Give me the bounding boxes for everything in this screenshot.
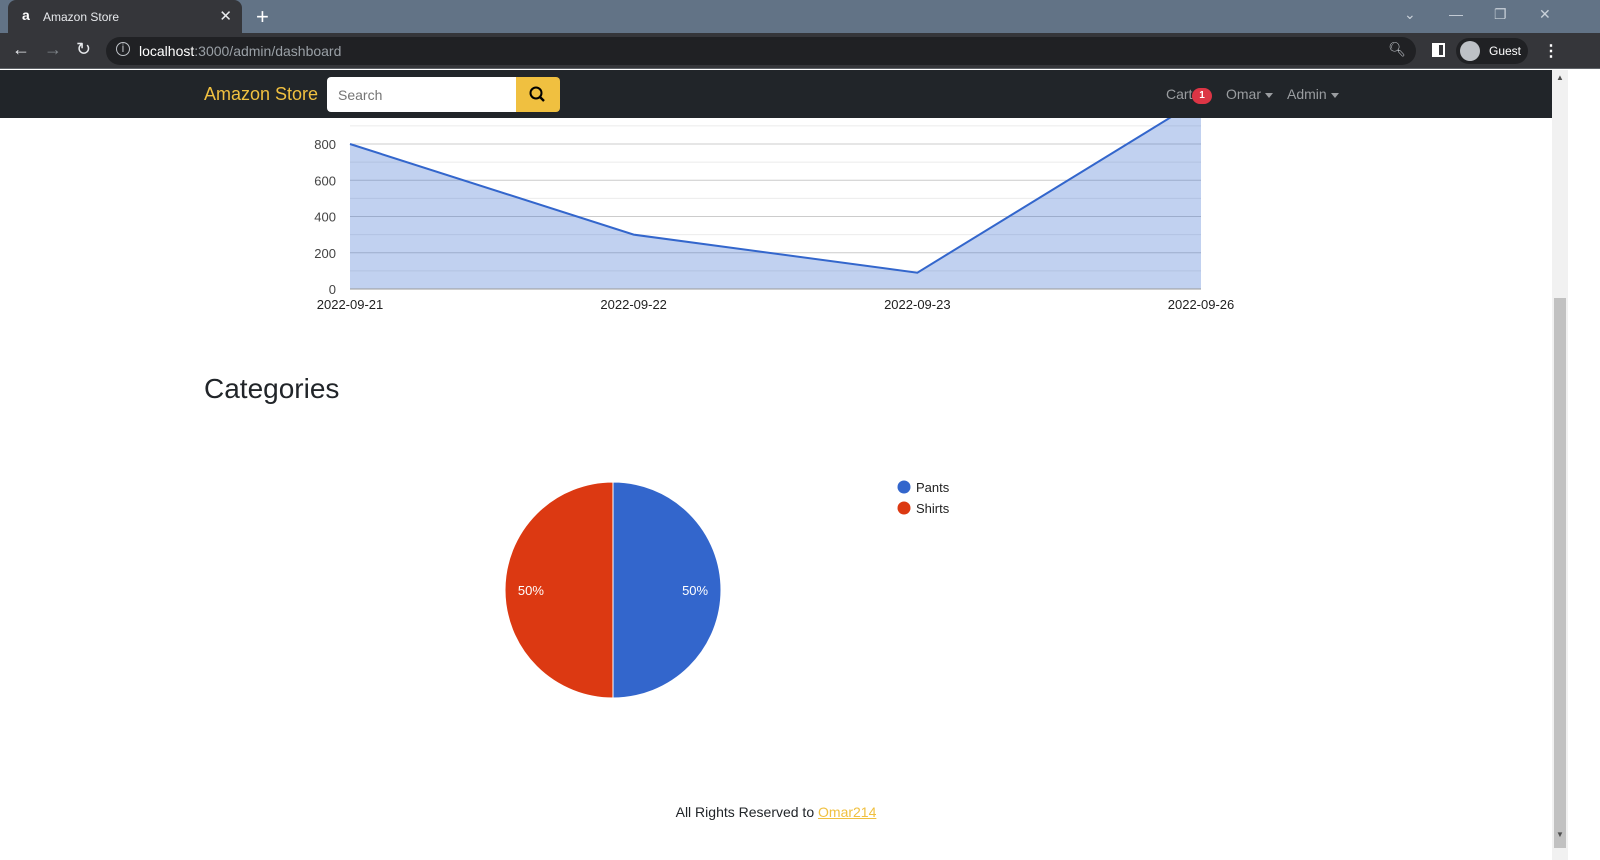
cart-count-badge: 1 — [1192, 88, 1212, 104]
side-panel-icon[interactable] — [1432, 43, 1445, 57]
y-tick-label: 600 — [314, 173, 336, 188]
legend-label: Pants — [916, 480, 950, 495]
scroll-up-icon[interactable]: ▲ — [1556, 73, 1564, 82]
site-navbar: Amazon Store Cart 1 Omar Admin — [0, 70, 1552, 118]
amazon-favicon-icon: a — [22, 7, 30, 23]
kebab-menu-icon[interactable]: ⋮ — [1543, 41, 1559, 61]
address-bar[interactable]: i localhost:3000/admin/dashboard 🔍︎ — [106, 37, 1416, 65]
info-icon[interactable]: i — [116, 42, 130, 56]
browser-toolbar: ← → ↻ i localhost:3000/admin/dashboard 🔍… — [0, 33, 1600, 69]
tab-search-icon[interactable]: ⌄ — [1404, 6, 1416, 23]
browser-tab-bar: a Amazon Store ✕ + ⌄ — ❐ ✕ — [0, 0, 1600, 33]
footer-text: All Rights Reserved to — [675, 804, 819, 820]
url-path: :3000/admin/dashboard — [194, 43, 342, 59]
page-viewport: Amazon Store Cart 1 Omar Admin 0 200 400 60… — [0, 70, 1552, 860]
browser-tab[interactable]: a Amazon Store ✕ — [8, 0, 242, 33]
legend-label: Shirts — [916, 501, 950, 516]
avatar-icon — [1460, 41, 1480, 61]
close-tab-icon[interactable]: ✕ — [219, 7, 232, 25]
footer: All Rights Reserved to Omar214 — [0, 804, 1552, 820]
search-button[interactable] — [516, 77, 560, 112]
area-fill — [350, 98, 1201, 289]
admin-menu-label: Admin — [1287, 86, 1327, 102]
restore-icon[interactable]: ❐ — [1494, 6, 1507, 23]
caret-down-icon — [1265, 92, 1273, 98]
legend-marker — [897, 480, 911, 494]
y-tick-label: 800 — [314, 137, 336, 152]
y-tick-label: 400 — [314, 210, 336, 225]
minimize-icon[interactable]: — — [1449, 6, 1463, 22]
categories-heading: Categories — [204, 373, 340, 404]
close-window-icon[interactable]: ✕ — [1539, 6, 1551, 23]
x-tick-label: 2022-09-23 — [884, 297, 951, 312]
forward-icon[interactable]: → — [44, 39, 62, 60]
y-tick-label: 0 — [329, 282, 336, 297]
brand-link[interactable]: Amazon Store — [204, 84, 318, 105]
zoom-icon[interactable]: 🔍︎ — [1388, 41, 1406, 58]
y-tick-label: 200 — [314, 246, 336, 261]
scroll-down-icon[interactable]: ▼ — [1556, 830, 1564, 839]
pie-slice-label: 50% — [682, 583, 708, 598]
profile-label: Guest — [1489, 44, 1522, 58]
admin-dropdown[interactable]: Admin — [1287, 86, 1339, 102]
profile-button[interactable]: Guest — [1456, 38, 1528, 64]
new-tab-icon[interactable]: + — [256, 4, 269, 30]
url-host: localhost — [139, 43, 195, 59]
scrollbar-thumb[interactable] — [1554, 298, 1566, 848]
cart-link[interactable]: Cart — [1166, 86, 1192, 102]
x-tick-label: 2022-09-22 — [600, 297, 667, 312]
search-icon — [529, 86, 545, 102]
pie-slice-label: 50% — [518, 583, 544, 598]
tab-title: Amazon Store — [43, 10, 120, 24]
back-icon[interactable]: ← — [12, 39, 30, 60]
legend-marker — [897, 501, 911, 515]
search-input[interactable] — [327, 77, 517, 112]
x-tick-label: 2022-09-21 — [317, 297, 384, 312]
caret-down-icon — [1330, 92, 1339, 98]
footer-author-link[interactable]: Omar214 — [818, 804, 876, 820]
user-menu-label: Omar — [1226, 86, 1261, 102]
categories-pie-chart: 50% Pants 50% Shirts — [504, 480, 950, 699]
x-tick-label: 2022-09-26 — [1168, 297, 1235, 312]
reload-icon[interactable]: ↻ — [76, 39, 91, 60]
scrollbar[interactable]: ▲ ▼ — [1552, 70, 1568, 860]
user-dropdown[interactable]: Omar — [1226, 86, 1273, 102]
